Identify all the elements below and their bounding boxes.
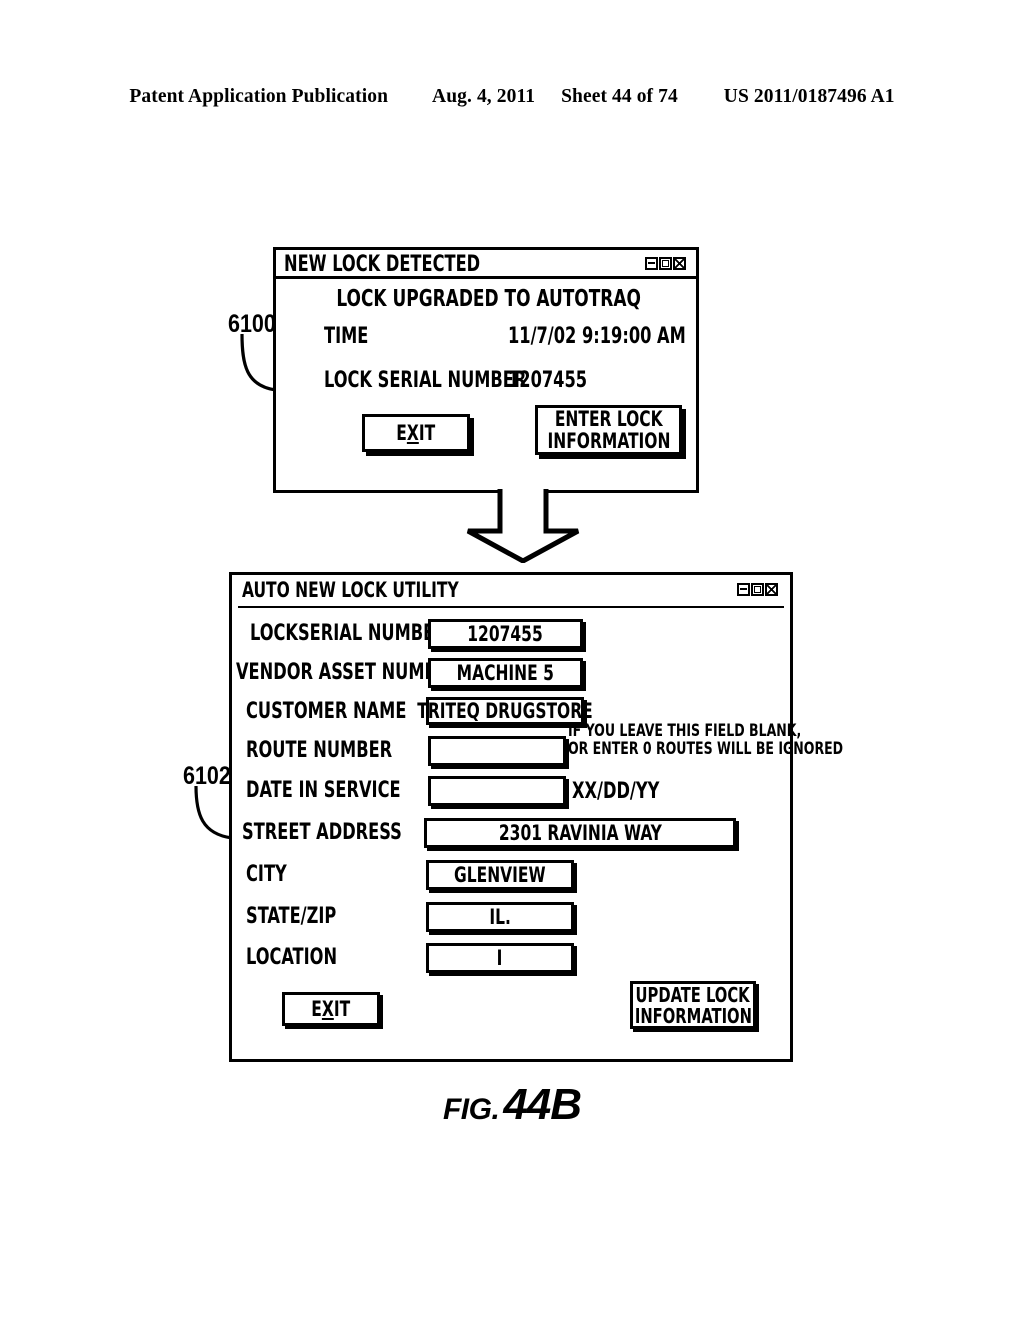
figure-label-prefix: FIG. xyxy=(442,1093,500,1126)
figure-label-number: 44B xyxy=(503,1080,582,1129)
route-number-hint-line2: OR ENTER 0 ROUTES WILL BE IGNORED xyxy=(568,739,844,760)
form-row-state-zip: STATE/ZIP IL. xyxy=(232,902,796,936)
time-label: TIME xyxy=(324,324,369,349)
customer-name-value: TRITEQ DRUGSTORE xyxy=(417,699,593,723)
route-number-label: ROUTE NUMBER xyxy=(246,738,393,763)
header-date: Aug. 4, 2011 xyxy=(432,86,536,107)
state-zip-input[interactable]: IL. xyxy=(426,902,574,932)
form-row-route-number: ROUTE NUMBER IF YOU LEAVE THIS FIELD BLA… xyxy=(232,722,843,770)
auto-new-lock-utility-window: AUTO NEW LOCK UTILITY LOCKSERIAL NUMBER … xyxy=(229,572,843,1062)
window-controls-dialog xyxy=(645,257,686,270)
city-value: GLENVIEW xyxy=(454,863,546,887)
form-row-street-address: STREET ADDRESS 2301 RAVINIA WAY xyxy=(232,818,796,852)
lock-serial-number-label: LOCK SERIAL NUMBER xyxy=(324,368,527,393)
lockserial-number-label: LOCKSERIAL NUMBER xyxy=(250,621,447,646)
location-label: LOCATION xyxy=(246,945,338,970)
lock-upgraded-heading: LOCK UPGRADED TO AUTOTRAQ xyxy=(276,286,702,312)
new-lock-detected-window: NEW LOCK DETECTED LOCK UPGRADED TO AUTOT… xyxy=(273,247,699,493)
enter-lock-information-line1: ENTER LOCK xyxy=(554,406,663,431)
location-input[interactable]: I xyxy=(426,943,574,973)
new-lock-dialog-titlebar: NEW LOCK DETECTED xyxy=(276,250,696,279)
street-address-label: STREET ADDRESS xyxy=(242,820,402,845)
title-underline xyxy=(238,606,784,608)
date-format-hint: XX/DD/YY xyxy=(572,779,660,804)
new-lock-dialog-title: NEW LOCK DETECTED xyxy=(284,252,481,277)
enter-lock-information-button[interactable]: ENTER LOCK INFORMATION xyxy=(535,405,682,455)
dialog-row-time: TIME 11/7/02 9:19:00 AM xyxy=(276,324,702,350)
minimize-icon[interactable] xyxy=(645,257,658,270)
close-icon[interactable] xyxy=(765,583,778,596)
exit-button-dialog[interactable]: EXIT xyxy=(362,414,470,452)
update-lock-information-line1: UPDATE LOCK xyxy=(635,982,751,1007)
header-publication: Patent Application Publication xyxy=(129,86,389,107)
date-in-service-input[interactable] xyxy=(428,776,566,806)
exit-button-utility-label: EXIT xyxy=(311,996,351,1021)
utility-titlebar: AUTO NEW LOCK UTILITY xyxy=(232,575,790,604)
form-row-location: LOCATION I xyxy=(232,943,796,977)
customer-name-input[interactable]: TRITEQ DRUGSTORE xyxy=(417,697,593,725)
location-value: I xyxy=(497,946,503,970)
street-address-input[interactable]: 2301 RAVINIA WAY xyxy=(424,818,736,848)
flow-arrow-down-icon xyxy=(466,489,580,563)
header-patent-number: US 2011/0187496 A1 xyxy=(723,86,895,107)
form-row-vendor-asset-number: VENDOR ASSET NUMBER MACHINE 5 xyxy=(232,658,796,692)
vendor-asset-number-label: VENDOR ASSET NUMBER xyxy=(236,660,461,685)
vendor-asset-number-input[interactable]: MACHINE 5 xyxy=(428,658,583,688)
dialog-row-lock-serial-number: LOCK SERIAL NUMBER 1207455 xyxy=(276,368,702,394)
form-row-lockserial-number: LOCKSERIAL NUMBER 1207455 xyxy=(232,619,796,653)
utility-title: AUTO NEW LOCK UTILITY xyxy=(242,578,459,602)
window-controls-utility xyxy=(737,583,778,596)
header-sheet: Sheet 44 of 74 xyxy=(561,86,678,107)
reference-numeral-6102: 6102 xyxy=(183,762,231,790)
customer-name-label: CUSTOMER NAME xyxy=(246,699,407,724)
form-row-date-in-service: DATE IN SERVICE XX/DD/YY xyxy=(232,776,796,810)
exit-button-utility[interactable]: EXIT xyxy=(282,992,380,1026)
page-header: Patent Application Publication Aug. 4, 2… xyxy=(0,86,1024,108)
update-lock-information-line2: INFORMATION xyxy=(634,1003,752,1028)
form-row-city: CITY GLENVIEW xyxy=(232,860,796,894)
route-number-input[interactable] xyxy=(428,736,566,766)
route-number-hint-line1: IF YOU LEAVE THIS FIELD BLANK, xyxy=(568,721,802,741)
route-number-hint: IF YOU LEAVE THIS FIELD BLANK, OR ENTER … xyxy=(568,722,903,759)
city-label: CITY xyxy=(246,862,287,887)
time-value: 11/7/02 9:19:00 AM xyxy=(508,324,686,349)
maximize-icon[interactable] xyxy=(659,257,672,270)
street-address-value: 2301 RAVINIA WAY xyxy=(498,821,662,845)
exit-button-dialog-label: EXIT xyxy=(396,420,436,445)
vendor-asset-number-value: MACHINE 5 xyxy=(456,661,555,685)
lockserial-number-value: 1207455 xyxy=(467,622,544,646)
reference-numeral-6100: 6100 xyxy=(228,310,276,338)
enter-lock-information-line2: INFORMATION xyxy=(547,428,670,453)
city-input[interactable]: GLENVIEW xyxy=(426,860,574,890)
state-zip-label: STATE/ZIP xyxy=(246,904,337,929)
lock-serial-number-value: 1207455 xyxy=(508,368,588,393)
figure-caption: FIG.44B xyxy=(0,1080,1024,1130)
state-zip-value: IL. xyxy=(489,905,511,929)
lockserial-number-input[interactable]: 1207455 xyxy=(428,619,583,649)
maximize-icon[interactable] xyxy=(751,583,764,596)
date-in-service-label: DATE IN SERVICE xyxy=(246,778,401,803)
close-icon[interactable] xyxy=(673,257,686,270)
update-lock-information-button[interactable]: UPDATE LOCK INFORMATION xyxy=(630,981,756,1029)
minimize-icon[interactable] xyxy=(737,583,750,596)
lock-upgraded-heading-text: LOCK UPGRADED TO AUTOTRAQ xyxy=(336,286,642,312)
